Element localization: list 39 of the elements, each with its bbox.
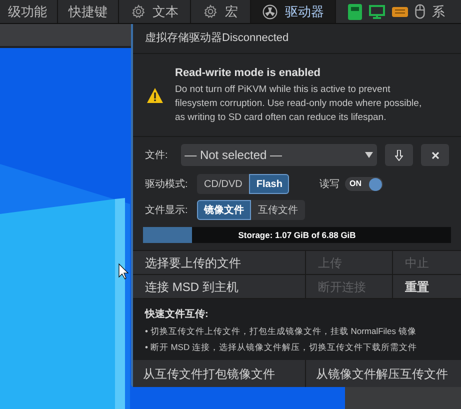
mode-option[interactable]: CD/DVD [197, 174, 250, 194]
nav-tab[interactable]: 级功能 [0, 0, 58, 23]
action-button[interactable]: 选择要上传的文件 [133, 251, 305, 274]
quick-transfer-title: 快速文件互传: [145, 308, 210, 322]
display-label: 文件显示: [145, 204, 189, 218]
warning-text: Do not turn off PiKVM while this is active to prevent filesystem corruption. Use read-only mode where possible, as writing to SD card often can reduce its lifespan. [175, 83, 423, 126]
download-icon [395, 150, 404, 160]
keyboard-icon[interactable] [392, 6, 408, 16]
warning-icon [147, 88, 163, 102]
nav-tab[interactable]: 快捷键 [58, 0, 119, 23]
mode-label: 驱动模式: [145, 178, 189, 192]
close-button[interactable] [421, 144, 449, 166]
storage-text: Storage: 1.07 GiB of 6.88 GiB [238, 228, 356, 242]
read-write-label: 读写 [319, 178, 340, 192]
fan-icon [262, 4, 278, 20]
action-button[interactable]: 从互传文件打包镜像文件 [133, 360, 305, 387]
quick-transfer-item: • 断开 MSD 连接，选择从镜像文件解压，切换互传文件下载所需文件 [145, 340, 418, 354]
action-button[interactable]: 连接 MSD 到主机 [133, 275, 305, 298]
file-label: 文件: [145, 148, 169, 162]
display-option[interactable]: 互传文件 [251, 200, 305, 220]
warning-title: Read-write mode is enabled [175, 66, 322, 81]
download-button[interactable] [385, 144, 414, 166]
display-option[interactable]: 镜像文件 [197, 200, 251, 220]
quick-transfer-item: • 切换互传文件上传文件，打包生成镜像文件，挂载 NormalFiles 镜像 [145, 325, 418, 338]
action-button[interactable]: 从镜像文件解压互传文件 [306, 360, 461, 387]
settings-icon [203, 4, 218, 19]
toggle-switch[interactable]: ON [345, 177, 384, 191]
nav-tab[interactable]: 驱动器 [251, 0, 336, 23]
nav-tab[interactable]: 系 [432, 2, 445, 22]
panel-title: 虚拟存储驱动器Disconnected [145, 30, 289, 46]
monitor-icon[interactable] [369, 4, 385, 18]
file-select[interactable]: — Not selected — [180, 144, 378, 166]
mouse-icon[interactable] [415, 4, 425, 19]
nav-tab[interactable]: 文本 [119, 0, 191, 23]
mode-option[interactable]: Flash [249, 174, 290, 194]
settings-icon [130, 4, 146, 19]
close-icon [432, 152, 439, 158]
caret-icon [365, 152, 374, 158]
action-button[interactable]: 重置 [393, 275, 461, 298]
